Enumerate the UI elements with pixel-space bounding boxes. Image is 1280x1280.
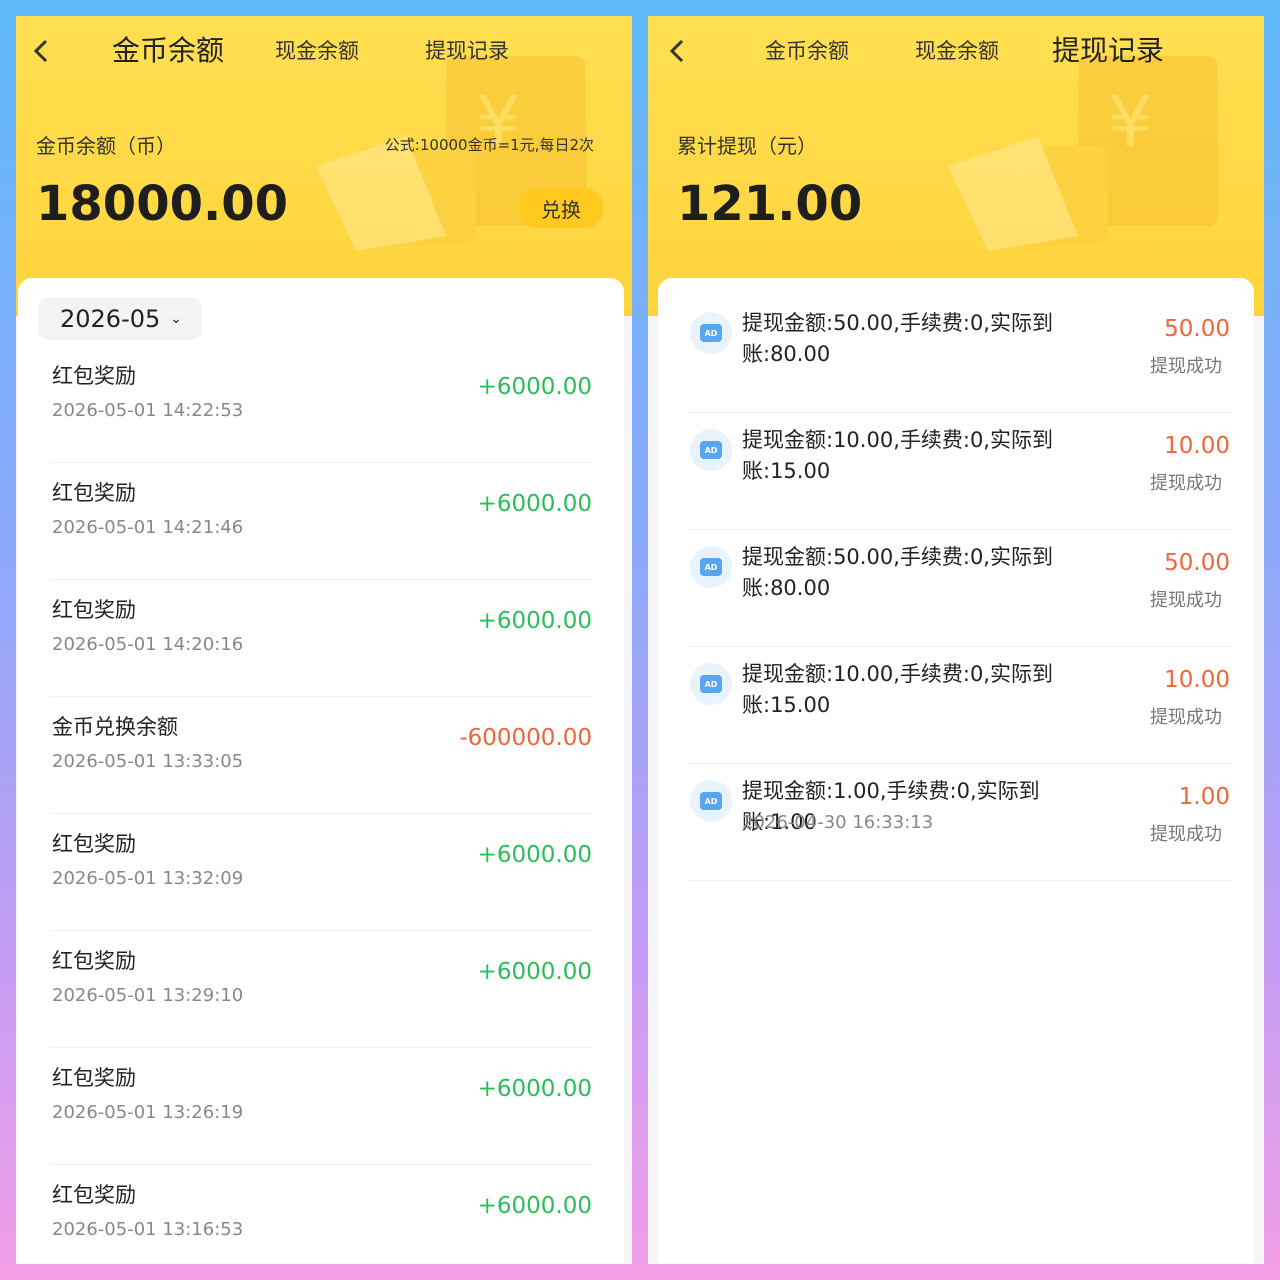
chevron-left-icon [33, 39, 48, 63]
transaction-amount: +6000.00 [477, 491, 592, 517]
withdraw-desc-line1: 提现金额:50.00,手续费:0,实际到 [742, 311, 1053, 335]
withdraw-header: ¥ 金币余额 现金余额 提现记录 累计提现（元） 121.00 [648, 16, 1264, 316]
transaction-amount: +6000.00 [477, 959, 592, 985]
coin-balance-value: 18000.00 [36, 176, 289, 232]
withdraw-description: 提现金额:10.00,手续费:0,实际到 账:15.00 [742, 425, 1112, 487]
withdraw-amount: 1.00 [1178, 784, 1230, 810]
transaction-amount: -600000.00 [459, 725, 592, 751]
withdraw-desc-line2: 账:15.00 [742, 693, 831, 717]
top-nav: 金币余额 现金余额 提现记录 [648, 16, 1264, 86]
withdraw-amount: 10.00 [1164, 667, 1230, 693]
exchange-button[interactable]: 兑换 [518, 188, 604, 228]
withdraw-status: 提现成功 [1150, 356, 1222, 377]
month-label: 2026-05 [60, 305, 161, 333]
withdraw-description: 提现金额:50.00,手续费:0,实际到 账:80.00 [742, 542, 1112, 604]
transaction-title: 红包奖励 [52, 364, 136, 388]
withdraw-desc-line2: 账:15.00 [742, 459, 831, 483]
top-nav: 金币余额 现金余额 提现记录 [16, 16, 632, 86]
withdraw-status: 提现成功 [1150, 824, 1222, 845]
tab-cash-balance[interactable]: 现金余额 [275, 34, 359, 68]
tab-cash-balance[interactable]: 现金余额 [915, 34, 999, 68]
exchange-formula: 公式:10000金币=1元,每日2次 [384, 136, 594, 154]
transaction-time: 2026-05-01 14:22:53 [52, 400, 244, 421]
transaction-amount: +6000.00 [477, 1076, 592, 1102]
transaction-card: 2026-05 ⌄ 红包奖励 2026-05-01 14:22:53 +6000.0… [18, 278, 624, 1264]
withdraw-records-screen: ¥ 金币余额 现金余额 提现记录 累计提现（元） 121.00 AD 提现金额:5… [648, 16, 1264, 1264]
ad-badge-icon: AD [690, 429, 732, 471]
transaction-title: 红包奖励 [52, 832, 136, 856]
withdraw-amount: 50.00 [1164, 316, 1230, 342]
withdraw-status: 提现成功 [1150, 473, 1222, 494]
transaction-row: 红包奖励 2026-05-01 13:32:09 +6000.00 [50, 814, 594, 931]
withdraw-amount: 50.00 [1164, 550, 1230, 576]
transaction-title: 红包奖励 [52, 1066, 136, 1090]
transaction-row: 红包奖励 2026-05-01 13:26:19 +6000.00 [50, 1048, 594, 1165]
withdraw-description: 提现金额:10.00,手续费:0,实际到 账:15.00 [742, 659, 1112, 721]
withdraw-row: AD 提现金额:50.00,手续费:0,实际到 账:80.00 50.00 提现成功 [688, 530, 1234, 647]
withdraw-row: AD 提现金额:10.00,手续费:0,实际到 账:15.00 10.00 提现成功 [688, 647, 1234, 764]
withdraw-status: 提现成功 [1150, 590, 1222, 611]
transaction-amount: +6000.00 [477, 842, 592, 868]
back-button[interactable] [24, 34, 58, 68]
transaction-amount: +6000.00 [477, 1193, 592, 1219]
ad-badge-icon: AD [690, 780, 732, 822]
ad-badge-icon: AD [690, 546, 732, 588]
svg-text:¥: ¥ [1108, 81, 1153, 163]
tab-withdraw-records[interactable]: 提现记录 [425, 34, 509, 68]
transaction-time: 2026-05-01 13:16:53 [52, 1219, 244, 1240]
withdraw-status: 提现成功 [1150, 707, 1222, 728]
withdraw-desc-line1: 提现金额:50.00,手续费:0,实际到 [742, 545, 1053, 569]
withdraw-desc-line2: 账:80.00 [742, 576, 831, 600]
withdraw-amount: 10.00 [1164, 433, 1230, 459]
transaction-title: 红包奖励 [52, 949, 136, 973]
withdraw-desc-line1: 提现金额:10.00,手续费:0,实际到 [742, 662, 1053, 686]
tab-coin-balance[interactable]: 金币余额 [112, 34, 224, 68]
coin-balance-screen: ¥ 金币余额 现金余额 提现记录 金币余额（币） 公式:10000金币=1元,每… [16, 16, 632, 1264]
transaction-amount: +6000.00 [477, 608, 592, 634]
tab-withdraw-records[interactable]: 提现记录 [1052, 34, 1164, 68]
month-selector[interactable]: 2026-05 ⌄ [38, 298, 202, 340]
withdraw-description: 提现金额:50.00,手续费:0,实际到 账:80.00 [742, 308, 1112, 370]
tab-coin-balance[interactable]: 金币余额 [765, 34, 849, 68]
transaction-row: 红包奖励 2026-05-01 14:21:46 +6000.00 [50, 463, 594, 580]
transaction-time: 2026-05-01 13:32:09 [52, 868, 244, 889]
withdraw-row: AD 提现金额:50.00,手续费:0,实际到 账:80.00 50.00 提现成功 [688, 296, 1234, 413]
transaction-time: 2026-05-01 14:20:16 [52, 634, 244, 655]
withdraw-desc-line1: 提现金额:10.00,手续费:0,实际到 [742, 428, 1053, 452]
transaction-row: 金币兑换余额 2026-05-01 13:33:05 -600000.00 [50, 697, 594, 814]
transaction-title: 红包奖励 [52, 598, 136, 622]
ad-badge-icon: AD [690, 663, 732, 705]
total-withdraw-value: 121.00 [677, 176, 863, 232]
transaction-title: 红包奖励 [52, 1183, 136, 1207]
transaction-title: 红包奖励 [52, 481, 136, 505]
back-button[interactable] [660, 34, 694, 68]
withdraw-card: AD 提现金额:50.00,手续费:0,实际到 账:80.00 50.00 提现成功 AD… [658, 278, 1254, 1264]
chevron-left-icon [669, 39, 684, 63]
withdraw-row: AD 提现金额:1.00,手续费:0,实际到账:1.00 2026-04-30 16… [688, 764, 1234, 881]
transaction-time: 2026-05-01 13:26:19 [52, 1102, 244, 1123]
transaction-row: 红包奖励 2026-05-01 14:20:16 +6000.00 [50, 580, 594, 697]
transaction-title: 金币兑换余额 [52, 715, 178, 739]
withdraw-row: AD 提现金额:10.00,手续费:0,实际到 账:15.00 10.00 提现成功 [688, 413, 1234, 530]
balance-label: 金币余额（币） [36, 134, 176, 158]
chevron-down-icon: ⌄ [170, 311, 183, 327]
withdraw-desc-line2: 账:80.00 [742, 342, 831, 366]
transaction-row: 红包奖励 2026-05-01 13:29:10 +6000.00 [50, 931, 594, 1048]
transaction-row: 红包奖励 2026-05-01 14:22:53 +6000.00 [50, 346, 594, 463]
ad-badge-icon: AD [690, 312, 732, 354]
transaction-row: 红包奖励 2026-05-01 13:16:53 +6000.00 [50, 1165, 594, 1264]
withdraw-time: 2026-04-30 16:33:13 [742, 812, 934, 833]
transaction-amount: +6000.00 [477, 374, 592, 400]
total-withdraw-label: 累计提现（元） [677, 134, 817, 158]
balance-header: ¥ 金币余额 现金余额 提现记录 金币余额（币） 公式:10000金币=1元,每… [16, 16, 632, 316]
transaction-time: 2026-05-01 13:29:10 [52, 985, 244, 1006]
transaction-time: 2026-05-01 14:21:46 [52, 517, 244, 538]
transaction-time: 2026-05-01 13:33:05 [52, 751, 244, 772]
